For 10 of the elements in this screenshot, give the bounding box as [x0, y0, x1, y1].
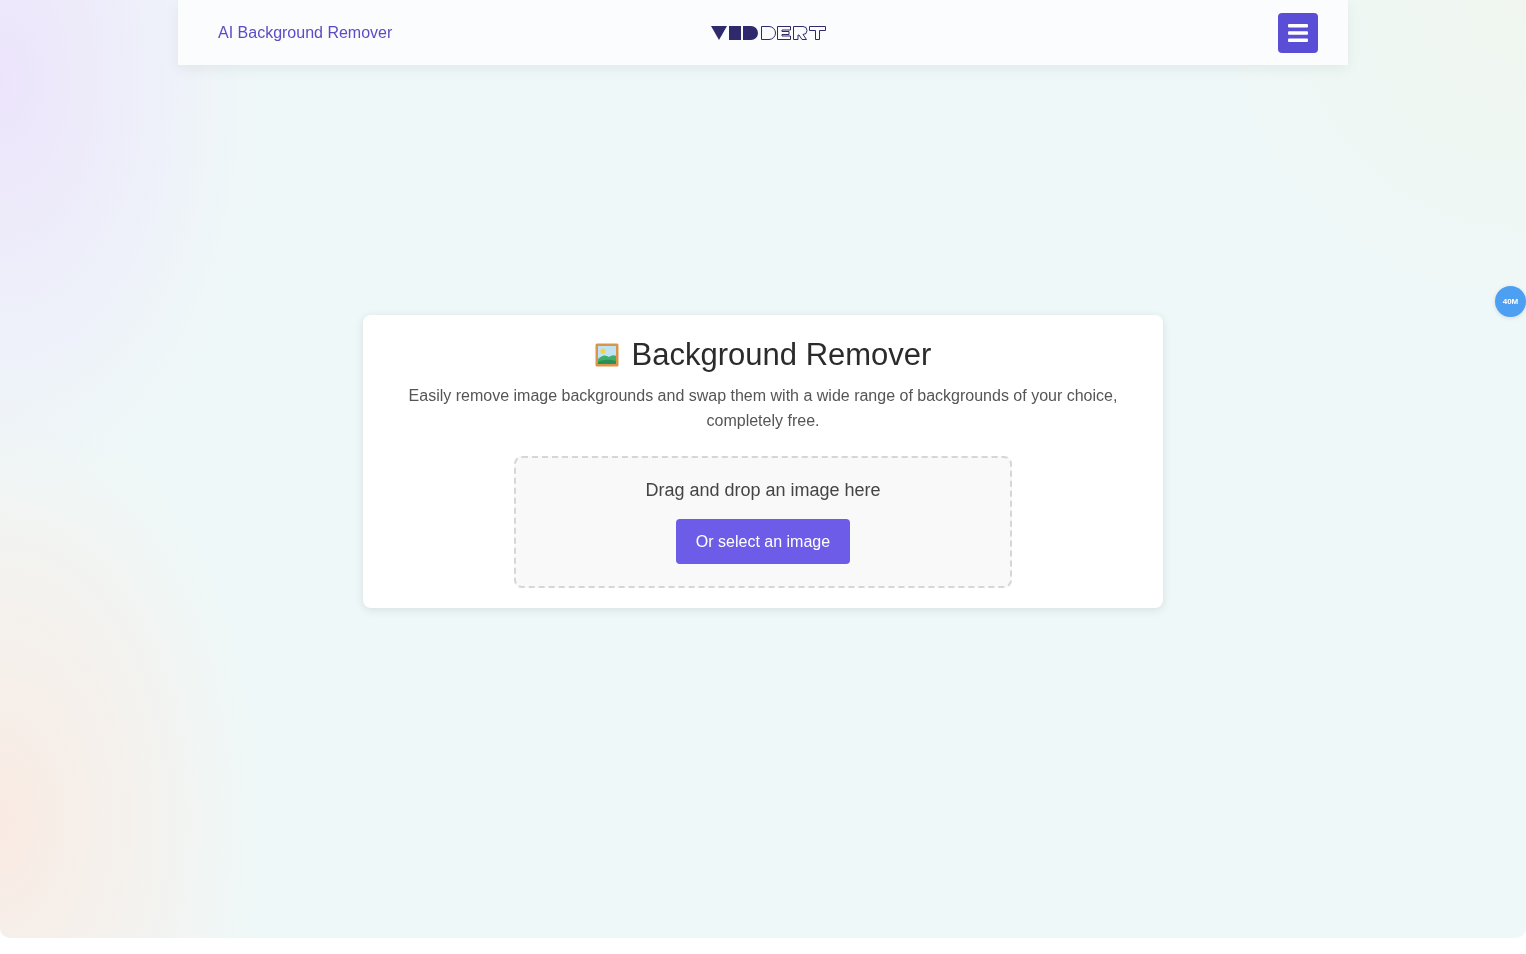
framed-picture-icon	[594, 343, 619, 367]
menu-button[interactable]	[1278, 12, 1318, 53]
menu-icon	[1288, 23, 1308, 42]
drop-prompt: Drag and drop an image here	[645, 480, 881, 501]
drop-zone[interactable]: Drag and drop an image here Or select an image	[514, 456, 1012, 588]
brand-logo-icon	[710, 24, 826, 41]
card-title: Background Remover	[631, 337, 932, 373]
card-description: Easily remove image backgrounds and swap them with a wide range of backgrounds of your choice, completely free.	[407, 386, 1119, 431]
select-image-button[interactable]: Or select an image	[675, 519, 851, 564]
site-title-link[interactable]: AI Background Remover	[218, 23, 393, 42]
